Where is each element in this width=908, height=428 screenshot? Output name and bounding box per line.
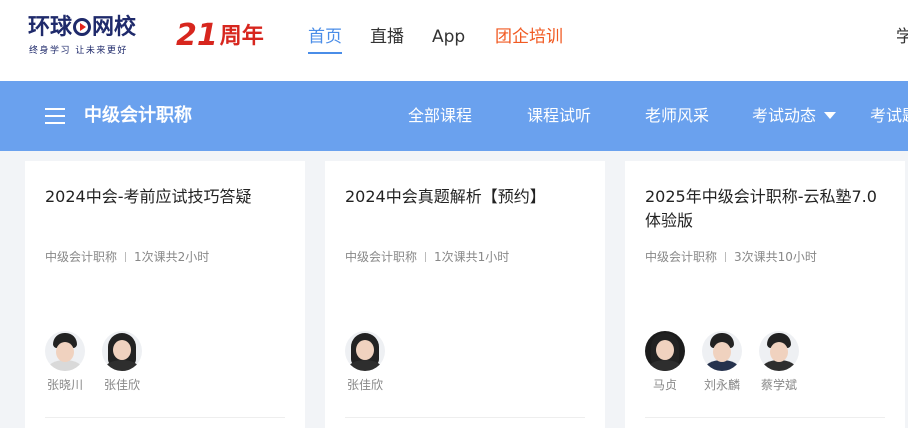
course-info: 1次课共1小时	[434, 250, 510, 264]
teacher[interactable]: 蔡学斌	[756, 331, 802, 393]
course-meta: 中级会计职称 1次课共2小时	[45, 249, 209, 265]
teacher[interactable]: 张佳欣	[342, 331, 388, 393]
course-info: 1次课共2小时	[134, 250, 210, 264]
course-card[interactable]: 2025年中级会计职称-云私塾7.0体验版 中级会计职称 3次课共10小时 马贞 …	[625, 161, 905, 428]
logo-text-a: 环球	[28, 15, 73, 40]
teacher-avatar	[102, 331, 142, 371]
category-link-all-courses[interactable]: 全部课程	[408, 104, 472, 128]
category-title: 中级会计职称	[84, 105, 192, 126]
teacher-avatar	[702, 331, 742, 371]
meta-divider	[425, 252, 427, 262]
teacher-avatar	[345, 331, 385, 371]
course-category: 中级会计职称	[645, 250, 718, 264]
category-link-exam-questions[interactable]: 考试题	[870, 104, 908, 128]
anniversary-text: 周年	[219, 24, 264, 49]
teacher-name: 刘永麟	[703, 378, 740, 392]
nav-cut-off-link[interactable]: 学	[896, 25, 908, 49]
teacher[interactable]: 张晓川	[42, 331, 88, 393]
teacher[interactable]: 马贞	[642, 331, 688, 393]
course-category: 中级会计职称	[45, 250, 118, 264]
course-title[interactable]: 2024中会真题解析【预约】	[345, 185, 590, 209]
logo-text-b: 网校	[92, 15, 137, 40]
exam-news-label: 考试动态	[752, 106, 817, 125]
course-category: 中级会计职称	[345, 250, 418, 264]
top-header: 环球 网校 终身学习 让未来更好 21周年 首页 直播 App 团企培训 学	[0, 0, 908, 81]
category-link-exam-news[interactable]: 考试动态	[752, 104, 837, 128]
nav-enterprise-training[interactable]: 团企培训	[495, 25, 563, 49]
teacher[interactable]: 刘永麟	[699, 331, 745, 393]
anniversary-badge: 21周年	[176, 20, 264, 54]
course-meta: 中级会计职称 3次课共10小时	[645, 249, 817, 265]
teacher-avatar	[645, 331, 685, 371]
nav-live[interactable]: 直播	[370, 25, 404, 49]
teacher-name: 张晓川	[46, 378, 83, 392]
meta-divider	[725, 252, 727, 262]
meta-divider	[125, 252, 127, 262]
teacher[interactable]: 张佳欣	[99, 331, 145, 393]
teacher-name: 蔡学斌	[760, 378, 797, 392]
chevron-down-icon	[824, 112, 837, 119]
anniversary-number: 21	[176, 18, 218, 53]
course-card[interactable]: 2024中会真题解析【预约】 中级会计职称 1次课共1小时 张佳欣	[325, 161, 605, 428]
card-divider	[45, 417, 285, 418]
category-link-teachers[interactable]: 老师风采	[645, 104, 709, 128]
logo-wordmark: 环球 网校	[28, 15, 136, 41]
course-title[interactable]: 2024中会-考前应试技巧答疑	[45, 185, 290, 209]
course-card[interactable]: 2024中会-考前应试技巧答疑 中级会计职称 1次课共2小时 张晓川 张佳欣	[25, 161, 305, 428]
teacher-avatar	[45, 331, 85, 371]
teacher-name: 张佳欣	[103, 378, 140, 392]
card-divider	[645, 417, 885, 418]
nav-home[interactable]: 首页	[308, 25, 342, 54]
logo-slogan: 终身学习 让未来更好	[29, 46, 128, 56]
course-info: 3次课共10小时	[734, 250, 817, 264]
play-icon	[73, 18, 92, 36]
card-divider	[345, 417, 585, 418]
category-bar: 中级会计职称 全部课程 课程试听 老师风采 考试动态 考试题	[0, 81, 908, 151]
category-link-trial[interactable]: 课程试听	[527, 104, 591, 128]
teacher-avatar	[759, 331, 799, 371]
teacher-name: 张佳欣	[346, 378, 383, 392]
course-title[interactable]: 2025年中级会计职称-云私塾7.0体验版	[645, 185, 890, 233]
menu-icon[interactable]	[45, 108, 65, 124]
teacher-name: 马贞	[652, 378, 677, 392]
course-meta: 中级会计职称 1次课共1小时	[345, 249, 509, 265]
nav-app[interactable]: App	[432, 25, 465, 49]
site-logo[interactable]: 环球 网校 终身学习 让未来更好	[28, 15, 153, 57]
